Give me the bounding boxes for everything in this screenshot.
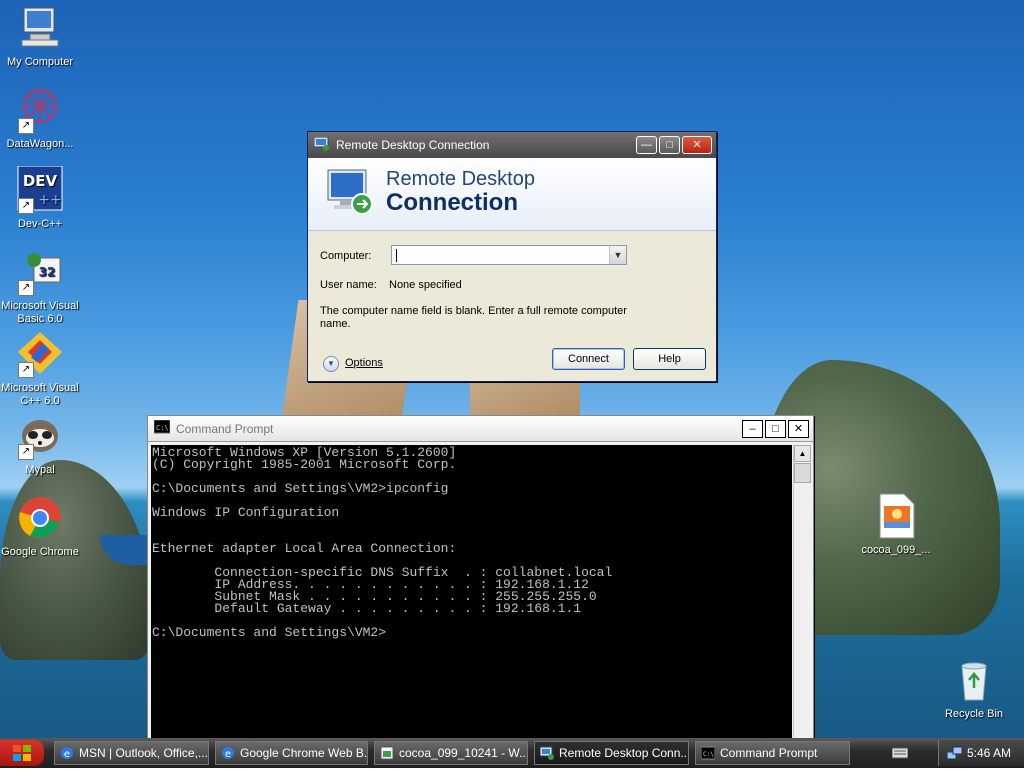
username-value: None specified (389, 279, 462, 291)
shortcut-arrow-icon: ↗ (18, 444, 34, 460)
desktop-icon-label: cocoa_099_... (861, 544, 931, 556)
console-app-icon: C:\ (153, 419, 171, 437)
help-button[interactable]: Help (633, 348, 706, 370)
desktop-icon-my-computer[interactable]: My Computer (0, 4, 80, 69)
image-file-icon (872, 492, 920, 540)
text-caret (396, 249, 397, 262)
svg-text:C:\: C:\ (703, 751, 714, 758)
svg-text:C:\: C:\ (156, 424, 169, 432)
options-expand-icon[interactable]: ▼ (323, 356, 339, 372)
desktop-icon-label: Google Chrome (1, 546, 79, 558)
taskbar-item-label: MSN | Outlook, Office,... (79, 746, 208, 760)
scrollbar-thumb[interactable] (794, 463, 811, 483)
banner-title-line1: Remote Desktop (386, 168, 535, 190)
desktop-icon-label: Microsoft Visual C++ 6.0 (1, 382, 79, 407)
desktop-icon-label: Dev-C++ (17, 218, 63, 230)
desktop-icon-datawagon[interactable]: ↗ DataWagon... (0, 86, 80, 151)
svg-text:DEV: DEV (23, 172, 58, 190)
maximize-button[interactable]: □ (659, 136, 680, 154)
close-button[interactable]: ✕ (788, 420, 809, 438)
desktop-icon-vb6[interactable]: 32 ↗ Microsoft Visual Basic 6.0 (0, 248, 80, 326)
vertical-scrollbar[interactable]: ▲ (793, 445, 811, 745)
rdc-banner: Remote Desktop Connection (308, 158, 716, 231)
console-text: Microsoft Windows XP [Version 5.1.2600] … (152, 445, 613, 640)
keyboard-icon[interactable] (891, 747, 909, 759)
taskbar-item-msn[interactable]: e MSN | Outlook, Office,... (54, 741, 209, 765)
minimize-button[interactable]: – (742, 420, 763, 438)
shortcut-arrow-icon: ↗ (18, 118, 34, 134)
dropdown-arrow-icon[interactable]: ▼ (609, 246, 626, 264)
desktop-icon-label: Microsoft Visual Basic 6.0 (1, 300, 79, 325)
desktop-icon-label: DataWagon... (6, 138, 74, 150)
window-title: Command Prompt (176, 421, 274, 436)
shortcut-arrow-icon: ↗ (18, 198, 34, 214)
windows-logo-icon (13, 745, 31, 761)
desktop-icon-mypal[interactable]: ↗ Mypal (0, 412, 80, 477)
desktop-icon-label: Recycle Bin (944, 708, 1004, 720)
system-tray: 5:46 AM (938, 740, 1024, 766)
connect-button[interactable]: Connect (552, 348, 625, 370)
cmd-titlebar[interactable]: C:\ Command Prompt – □ ✕ (148, 416, 813, 442)
taskbar-item-remote-desktop[interactable]: Remote Desktop Conn... (534, 741, 689, 765)
my-computer-icon (16, 4, 64, 52)
taskbar-item-label: Command Prompt (720, 746, 818, 760)
shortcut-arrow-icon: ↗ (18, 280, 34, 296)
blank-field-message: The computer name field is blank. Enter … (320, 305, 627, 330)
datawagon-icon: ↗ (16, 86, 64, 134)
svg-text:32: 32 (39, 265, 56, 279)
computer-label: Computer: (320, 250, 372, 262)
svg-text:e: e (64, 749, 70, 760)
recycle-bin-icon (950, 656, 998, 704)
banner-title-line2: Connection (386, 189, 518, 216)
svg-text:++: ++ (38, 192, 61, 208)
clock[interactable]: 5:46 AM (967, 740, 1011, 766)
visual-cpp-icon: ↗ (16, 330, 64, 378)
dev-cpp-icon: DEV ++ ↗ (16, 165, 64, 214)
close-button[interactable]: ✕ (682, 136, 712, 154)
remote-desktop-monitor-icon (324, 166, 378, 220)
network-icon[interactable] (946, 746, 963, 760)
taskbar-item-chrome[interactable]: e Google Chrome Web B... (215, 741, 368, 765)
taskbar-item-label: cocoa_099_10241 - W... (399, 746, 528, 760)
desktop-icon-label: My Computer (6, 56, 74, 68)
minimize-button[interactable]: — (636, 136, 657, 154)
remote-desktop-window[interactable]: Remote Desktop Connection — □ ✕ Remote D… (307, 131, 717, 382)
computer-combobox[interactable]: ▼ (391, 245, 627, 265)
taskbar: e MSN | Outlook, Office,... e Google Chr… (0, 738, 1024, 768)
rdc-titlebar[interactable]: Remote Desktop Connection — □ ✕ (308, 132, 716, 158)
chrome-icon (16, 494, 64, 542)
maximize-button[interactable]: □ (765, 420, 786, 438)
remote-desktop-icon (540, 746, 554, 760)
desktop-icon-vcpp6[interactable]: ↗ Microsoft Visual C++ 6.0 (0, 330, 80, 408)
options-button[interactable]: Options (345, 357, 383, 369)
username-label: User name: (320, 279, 377, 291)
internet-explorer-icon: e (222, 747, 234, 760)
svg-text:e: e (225, 749, 231, 760)
scroll-up-icon[interactable]: ▲ (794, 445, 811, 462)
desktop-icon-dev-cpp[interactable]: DEV ++ ↗ Dev-C++ (0, 165, 80, 231)
command-prompt-window[interactable]: C:\ Command Prompt – □ ✕ Microsoft Windo… (147, 415, 814, 747)
taskbar-item-label: Remote Desktop Conn... (559, 746, 689, 760)
rdc-app-icon (313, 136, 330, 154)
taskbar-item-label: Google Chrome Web B... (240, 746, 368, 760)
shortcut-arrow-icon: ↗ (18, 362, 34, 378)
desktop-icon-label: Mypal (25, 464, 55, 476)
internet-explorer-icon: e (61, 747, 73, 760)
desktop-icon-google-chrome[interactable]: Google Chrome (0, 494, 80, 559)
start-button[interactable] (0, 740, 44, 766)
window-title: Remote Desktop Connection (336, 138, 490, 152)
console-app-icon: C:\ (701, 746, 715, 760)
taskbar-item-cocoa[interactable]: cocoa_099_10241 - W... (374, 741, 528, 765)
console-output-area[interactable]: Microsoft Windows XP [Version 5.1.2600] … (151, 445, 792, 745)
taskbar-item-command-prompt[interactable]: C:\ Command Prompt (695, 741, 850, 765)
visual-basic-icon: 32 ↗ (16, 248, 64, 296)
desktop-icon-recycle-bin[interactable]: Recycle Bin (934, 656, 1014, 721)
desktop-icon-cocoa-file[interactable]: cocoa_099_... (856, 492, 936, 557)
image-viewer-icon (380, 746, 394, 760)
mypal-raccoon-icon: ↗ (16, 412, 64, 460)
